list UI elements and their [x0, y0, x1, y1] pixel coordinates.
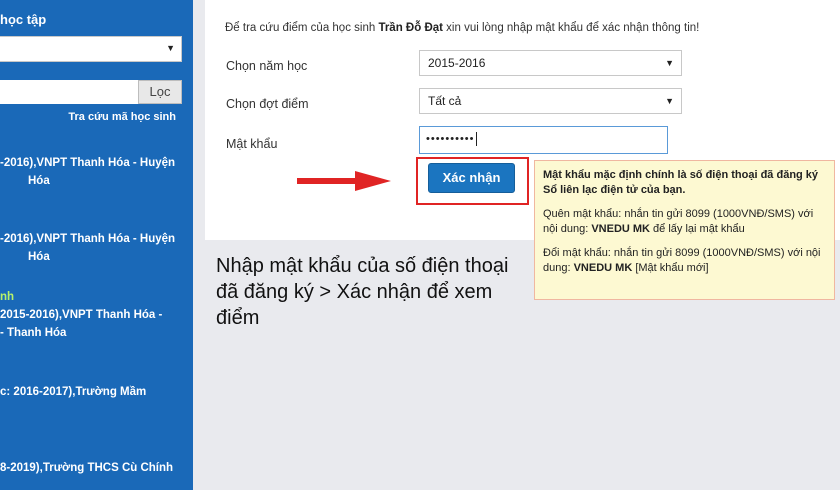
- red-arrow-icon: [297, 171, 391, 191]
- chevron-down-icon: ▼: [166, 43, 175, 53]
- intro-suffix: xin vui lòng nhập mật khẩu để xác nhận t…: [442, 22, 700, 34]
- student-name: Trần Đỗ Đạt: [378, 22, 443, 34]
- tip-default-password: Mật khẩu mặc định chính là số điện thoại…: [543, 169, 819, 196]
- sidebar-item-line: c: 2016-2017),Trường Mầm: [0, 386, 147, 398]
- term-select[interactable]: Tất cả ▼: [419, 88, 682, 114]
- sidebar: học tập ▼ Lọc Tra cứu mã học sinh -2016)…: [0, 0, 193, 490]
- chevron-down-icon: ▼: [665, 58, 674, 68]
- tip-change: Đổi mật khẩu: nhắn tin gửi 8099 (1000VNĐ…: [543, 246, 826, 276]
- password-label: Mật khẩu: [226, 137, 278, 151]
- tip-change-suffix: [Mật khẩu mới]: [632, 262, 709, 274]
- sidebar-item-line: -2016),VNPT Thanh Hóa - Huyện: [0, 233, 176, 245]
- year-label: Chọn năm học: [226, 59, 308, 73]
- sidebar-item-line: Hóa: [28, 251, 50, 263]
- confirm-button[interactable]: Xác nhận: [428, 163, 515, 193]
- tip-forgot-suffix: để lấy lại mật khẩu: [650, 223, 745, 235]
- lookup-panel: Để tra cứu điểm của học sinh Trần Đỗ Đạt…: [205, 0, 840, 300]
- sidebar-title: học tập: [0, 12, 47, 27]
- tip-change-code: VNEDU MK: [573, 262, 633, 274]
- tip-forgot: Quên mật khẩu: nhắn tin gửi 8099 (1000VN…: [543, 207, 826, 237]
- sidebar-item-line: - Thanh Hóa: [0, 327, 67, 339]
- sidebar-year-select[interactable]: ▼: [0, 36, 182, 62]
- password-input[interactable]: ••••••••••: [419, 126, 668, 154]
- filter-button[interactable]: Lọc: [138, 80, 182, 104]
- sidebar-item[interactable]: 8-2019),Trường THCS Cù Chính: [0, 459, 190, 477]
- year-select[interactable]: 2015-2016 ▼: [419, 50, 682, 76]
- text-caret: [475, 132, 477, 147]
- term-select-value: Tất cả: [428, 94, 462, 108]
- sidebar-item-line: 8-2019),Trường THCS Cù Chính: [0, 462, 174, 474]
- instruction-caption: Nhập mật khẩu của số điện thoại đã đăng …: [216, 255, 509, 329]
- tip-forgot-code: VNEDU MK: [591, 223, 650, 235]
- sidebar-item[interactable]: -2016),VNPT Thanh Hóa - Huyện Hóa: [0, 230, 190, 266]
- term-label: Chọn đợt điểm: [226, 97, 309, 111]
- sidebar-item[interactable]: -2016),VNPT Thanh Hóa - Huyện Hóa: [0, 154, 190, 190]
- sidebar-item-line: 2015-2016),VNPT Thanh Hóa -: [0, 309, 163, 321]
- sidebar-item[interactable]: nh 2015-2016),VNPT Thanh Hóa - - Thanh H…: [0, 288, 190, 342]
- sidebar-search-input[interactable]: Lọc: [0, 80, 182, 104]
- intro-prefix: Để tra cứu điểm của học sinh: [225, 22, 379, 34]
- sidebar-item-line: Hóa: [28, 175, 50, 187]
- sidebar-item-highlight: nh: [0, 291, 15, 303]
- password-tip: Mật khẩu mặc định chính là số điện thoại…: [534, 160, 835, 300]
- password-value: ••••••••••: [426, 133, 475, 145]
- sidebar-item[interactable]: c: 2016-2017),Trường Mầm: [0, 383, 190, 401]
- year-select-value: 2015-2016: [428, 56, 486, 70]
- student-id-lookup-link[interactable]: Tra cứu mã học sinh: [68, 111, 176, 123]
- sidebar-item-line: -2016),VNPT Thanh Hóa - Huyện: [0, 157, 176, 169]
- chevron-down-icon: ▼: [665, 96, 674, 106]
- intro-text: Để tra cứu điểm của học sinh Trần Đỗ Đạt…: [225, 22, 699, 34]
